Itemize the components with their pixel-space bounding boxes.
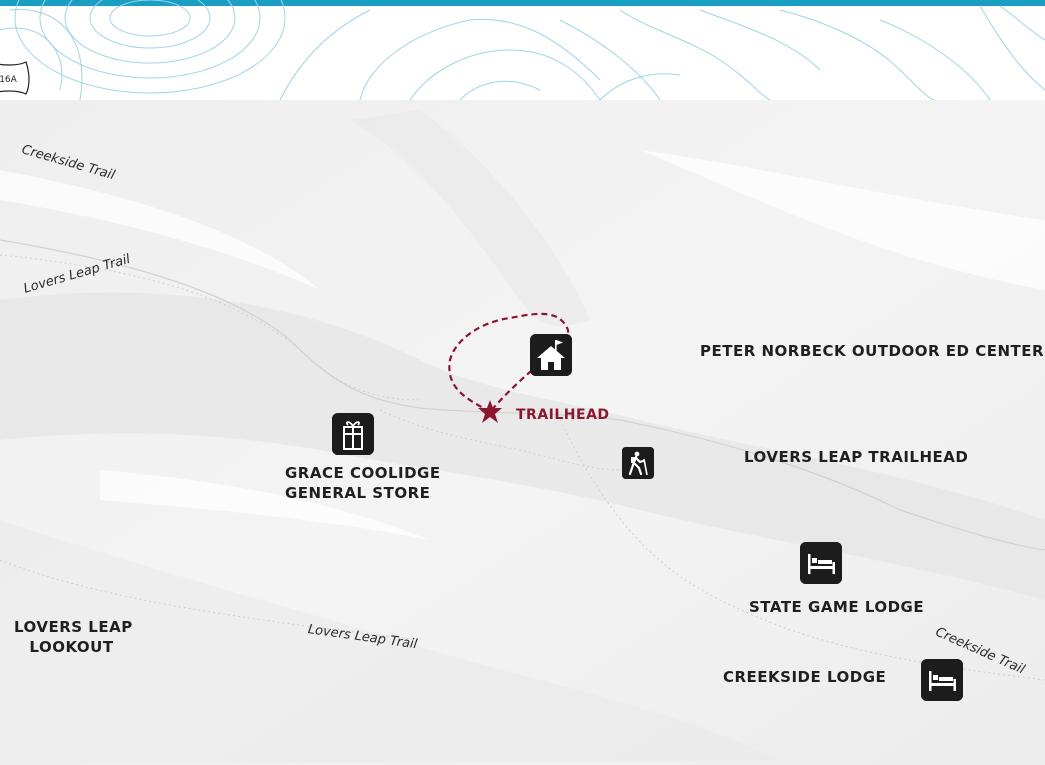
place-label-state-game-lodge: STATE GAME LODGE xyxy=(749,598,925,616)
place-label-lovers-leap-lookout: LOVERS LEAP LOOKOUT xyxy=(14,617,133,657)
gift-box-icon[interactable] xyxy=(332,413,374,455)
top-contour-area xyxy=(0,0,1045,100)
place-label-grace-coolidge-line2: GENERAL STORE xyxy=(285,484,431,502)
place-label-lovers-leap-lookout-line2: LOOKOUT xyxy=(29,638,114,656)
place-label-grace-coolidge: GRACE COOLIDGE GENERAL STORE xyxy=(285,463,441,503)
place-label-grace-coolidge-line1: GRACE COOLIDGE xyxy=(285,464,441,482)
place-label-creekside-lodge: CREEKSIDE LODGE xyxy=(723,668,887,686)
route-shield-icon: 16A xyxy=(0,61,30,95)
school-house-icon[interactable] xyxy=(530,334,572,376)
hiker-icon[interactable] xyxy=(622,447,654,479)
bed-icon[interactable] xyxy=(921,659,963,701)
topographic-map[interactable] xyxy=(0,0,1045,765)
place-label-peter-norbeck: PETER NORBECK OUTDOOR ED CENTER xyxy=(700,342,1045,360)
top-color-band xyxy=(0,0,1045,6)
bed-icon[interactable] xyxy=(800,542,842,584)
route-shield-label: 16A xyxy=(0,75,18,85)
trailhead-label: TRAILHEAD xyxy=(516,407,610,423)
place-label-lovers-leap-trailhead: LOVERS LEAP TRAILHEAD xyxy=(744,448,969,466)
place-label-lovers-leap-lookout-line1: LOVERS LEAP xyxy=(14,618,133,636)
